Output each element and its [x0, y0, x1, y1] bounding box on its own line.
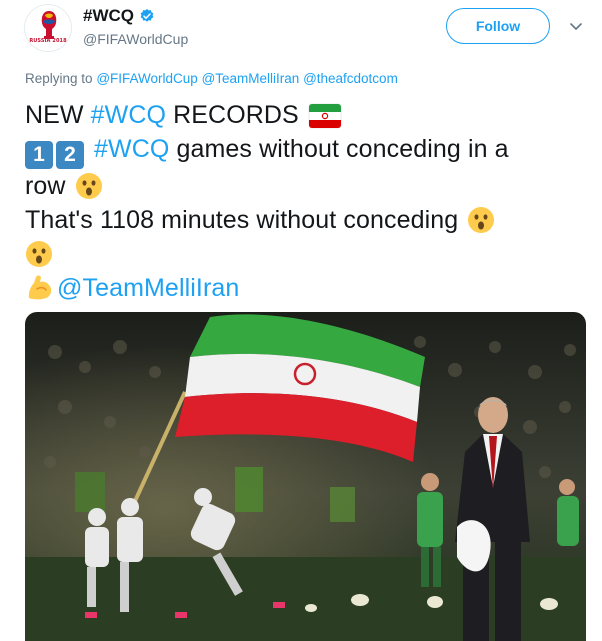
tweet-media-image[interactable]: [25, 312, 586, 641]
tweet-text-records: RECORDS: [166, 101, 299, 129]
keycap-digit-emoji: 1: [25, 141, 53, 169]
tweet-text-row: row: [25, 172, 66, 200]
account-handle[interactable]: @FIFAWorldCup: [83, 31, 188, 47]
astonished-face-emoji: [468, 207, 495, 233]
astonished-face-emoji: [75, 173, 102, 199]
mention-link-teammelliiran[interactable]: @TeamMelliIran: [57, 274, 239, 302]
display-name[interactable]: #WCQ: [83, 6, 134, 26]
replying-to: Replying to @FIFAWorldCup @TeamMelliIran…: [25, 71, 398, 86]
iran-flag-emoji: [308, 103, 342, 129]
tweet-text-minutes: That's 1108 minutes without conceding: [25, 206, 459, 234]
keycap-digit-emoji: 2: [56, 141, 84, 169]
hashtag-link[interactable]: #WCQ: [91, 101, 166, 129]
mention-link-theafcdotcom[interactable]: @theafcdotcom: [303, 71, 398, 86]
avatar-label: RUSSIA 2018: [29, 38, 67, 44]
tweet-text: NEW #WCQ RECORDS 12 #WCQ games without c…: [25, 98, 585, 305]
tweet-text-new: NEW: [25, 101, 91, 129]
flexed-biceps-emoji: [28, 275, 52, 300]
replying-to-label: Replying to: [25, 71, 93, 86]
astonished-face-emoji: [26, 241, 52, 267]
verified-badge-icon: [140, 9, 154, 22]
tweet-line-3: row: [25, 169, 585, 203]
avatar[interactable]: RUSSIA 2018: [24, 4, 72, 52]
mention-link-teammelliiran[interactable]: @TeamMelliIran: [202, 71, 300, 86]
tweet-line-1: NEW #WCQ RECORDS: [25, 98, 585, 132]
hashtag-link[interactable]: #WCQ: [94, 135, 169, 163]
tweet-line-6: @TeamMelliIran: [25, 271, 585, 305]
tweet-line-4: That's 1108 minutes without conceding: [25, 203, 585, 237]
chevron-down-icon[interactable]: [568, 18, 584, 34]
account-name-row[interactable]: #WCQ: [83, 6, 155, 26]
tweet-line-5: [25, 237, 585, 271]
mention-link-fifaworldcup[interactable]: @FIFAWorldCup: [96, 71, 197, 86]
tweet-text-games: games without conceding in a: [169, 135, 509, 163]
tweet-line-2: 12 #WCQ games without conceding in a: [25, 132, 585, 169]
follow-button[interactable]: Follow: [446, 8, 550, 44]
